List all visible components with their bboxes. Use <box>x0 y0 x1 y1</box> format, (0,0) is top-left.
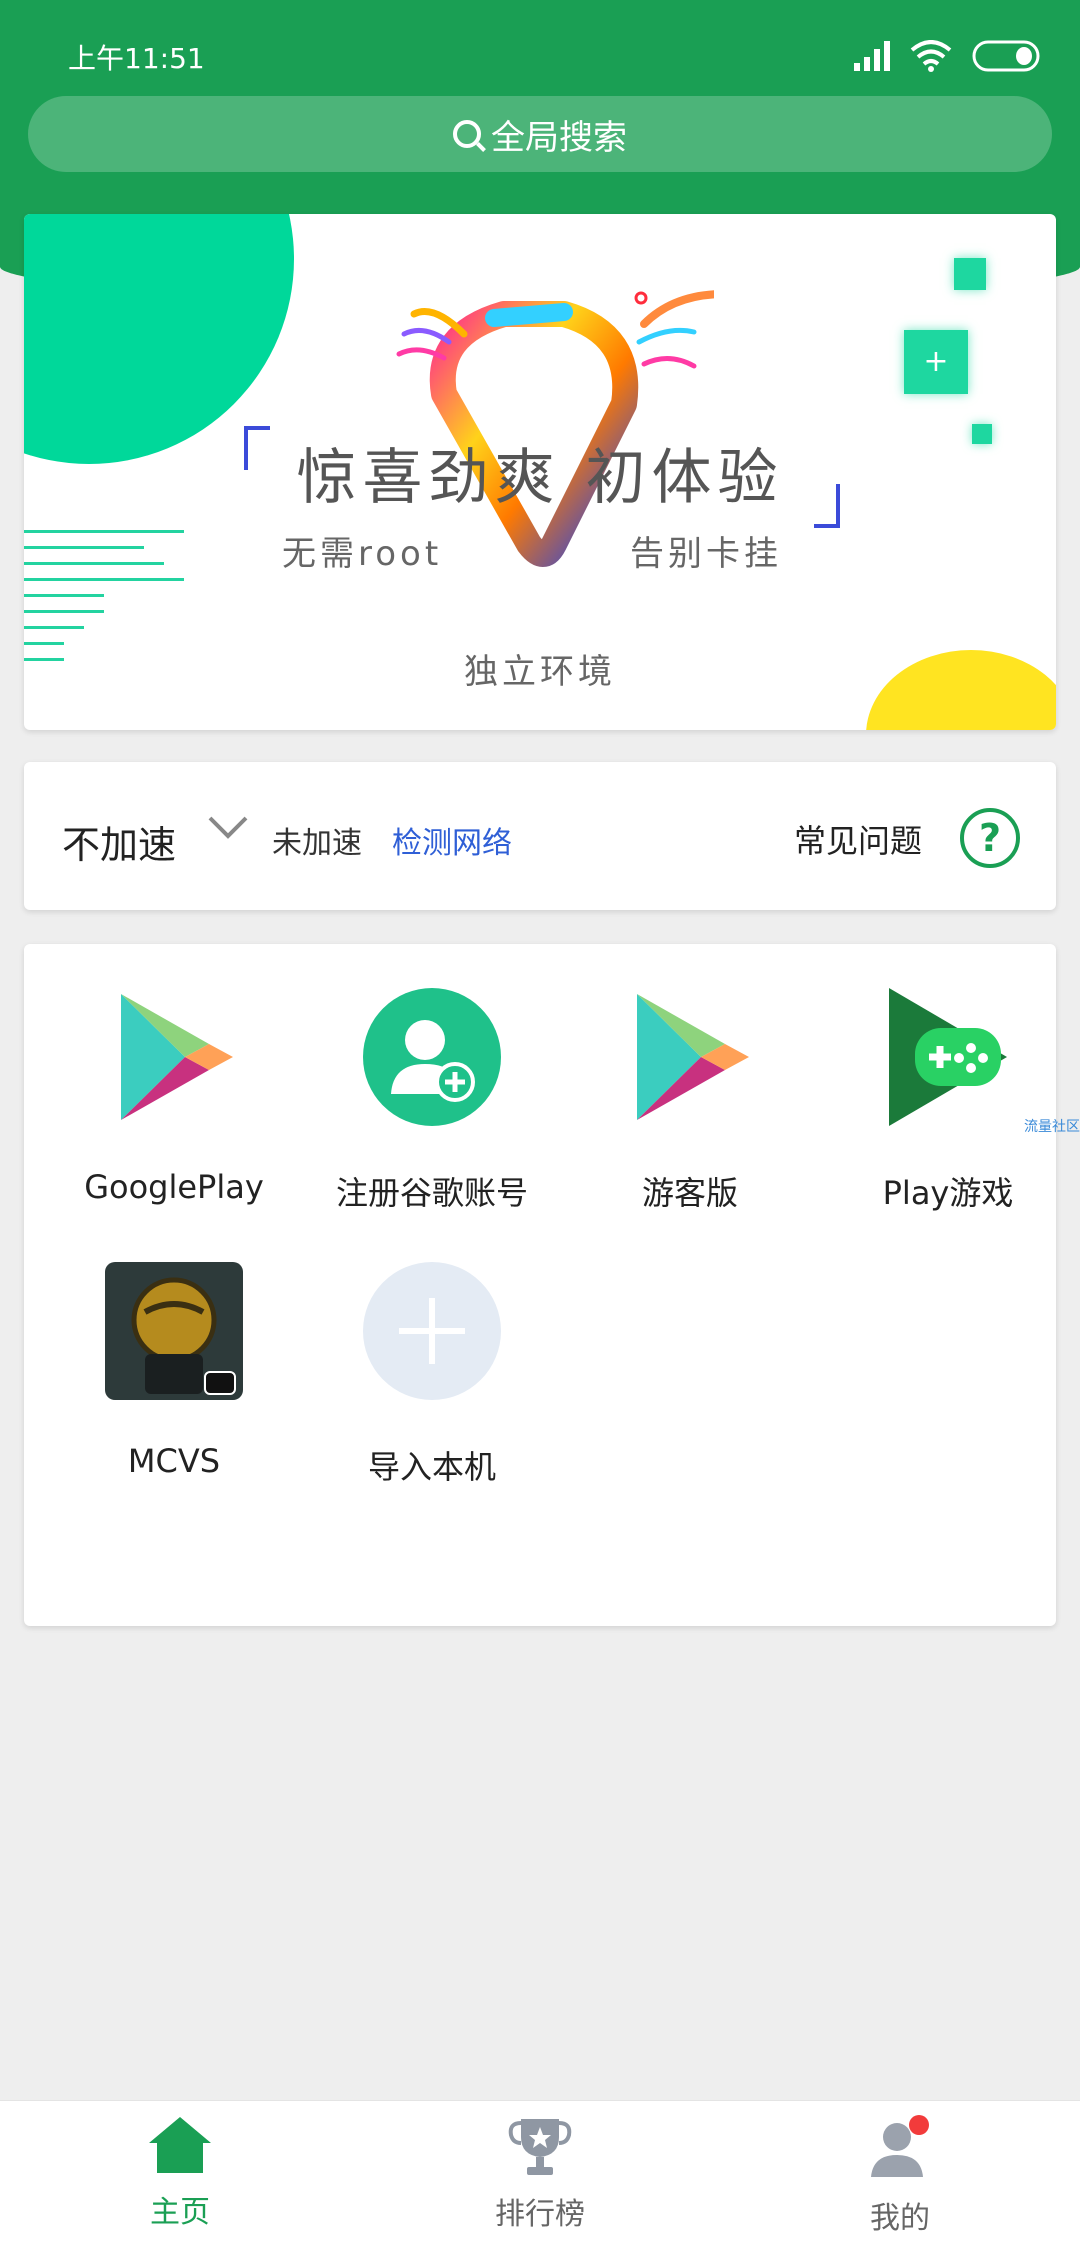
app-guest-version[interactable]: 游客版 <box>580 988 800 1214</box>
banner-bracket-right <box>814 484 840 528</box>
search-placeholder: 全局搜索 <box>491 117 627 158</box>
status-time: 上午11:51 <box>68 42 205 75</box>
acceleration-status: 未加速 <box>272 826 362 861</box>
chevron-down-icon[interactable] <box>208 814 248 840</box>
battery-icon <box>972 40 1040 72</box>
help-icon[interactable]: ? <box>960 808 1020 868</box>
app-mcvs[interactable]: MCVS <box>64 1262 284 1480</box>
app-label: GooglePlay <box>84 1168 264 1206</box>
app-play-games[interactable]: Play游戏 <box>838 988 1058 1214</box>
banner-plus-square: + <box>904 330 968 394</box>
app-register-google-account[interactable]: 注册谷歌账号 <box>322 988 542 1214</box>
status-icons <box>854 40 1040 72</box>
nav-home-label: 主页 <box>150 2195 210 2230</box>
app-label: Play游戏 <box>882 1174 1014 1212</box>
banner-sub-left: 无需root <box>282 534 443 574</box>
nav-mine-label: 我的 <box>870 2201 930 2236</box>
google-play-icon <box>637 994 749 1120</box>
banner-sub-right: 告别卡挂 <box>630 534 782 574</box>
faq-link[interactable]: 常见问题 <box>794 816 922 862</box>
global-search-bar[interactable]: 全局搜索 <box>28 96 1052 172</box>
add-account-icon <box>363 988 501 1126</box>
banner-headline: 惊喜劲爽 初体验 <box>296 443 784 513</box>
signal-icon <box>854 41 890 71</box>
app-label: 导入本机 <box>367 1448 496 1486</box>
app-label: 游客版 <box>641 1174 738 1212</box>
home-icon <box>149 2117 211 2173</box>
mcvs-game-icon <box>105 1262 243 1400</box>
nav-home[interactable]: 主页 <box>80 2115 280 2231</box>
status-bar: 上午11:51 <box>0 0 1080 100</box>
app-googleplay[interactable]: GooglePlay <box>64 988 284 1206</box>
search-icon <box>453 120 481 148</box>
wifi-icon <box>910 40 952 72</box>
community-side-tag[interactable]: 流量社区 <box>1024 1116 1080 1136</box>
acceleration-bar: 不加速 未加速 检测网络 常见问题 ? <box>24 762 1056 910</box>
nav-ranking[interactable]: 排行榜 <box>440 2115 640 2233</box>
promo-banner[interactable]: + 惊喜劲爽 初体验 无需root 告别卡挂 独立环境 <box>24 214 1056 730</box>
banner-square-small <box>954 258 986 290</box>
acceleration-mode-label[interactable]: 不加速 <box>62 814 176 869</box>
add-icon <box>363 1262 501 1400</box>
nav-mine[interactable]: 我的 <box>800 2115 1000 2237</box>
app-label: MCVS <box>127 1442 221 1480</box>
play-games-icon <box>889 988 1007 1126</box>
app-import-local[interactable]: 导入本机 <box>322 1262 542 1488</box>
google-play-icon <box>121 994 233 1120</box>
trophy-icon <box>508 2119 572 2175</box>
app-label: 注册谷歌账号 <box>335 1174 528 1212</box>
app-grid: GooglePlay 注册谷歌账号 游客版 Play游戏 MCVS 导入本机 <box>24 944 1056 1626</box>
detect-network-link[interactable]: 检测网络 <box>392 818 512 862</box>
banner-sub-bottom: 独立环境 <box>464 652 616 692</box>
bottom-nav: 主页 排行榜 我的 <box>0 2100 1080 2249</box>
nav-ranking-label: 排行榜 <box>495 2197 585 2232</box>
user-icon <box>871 2115 929 2177</box>
